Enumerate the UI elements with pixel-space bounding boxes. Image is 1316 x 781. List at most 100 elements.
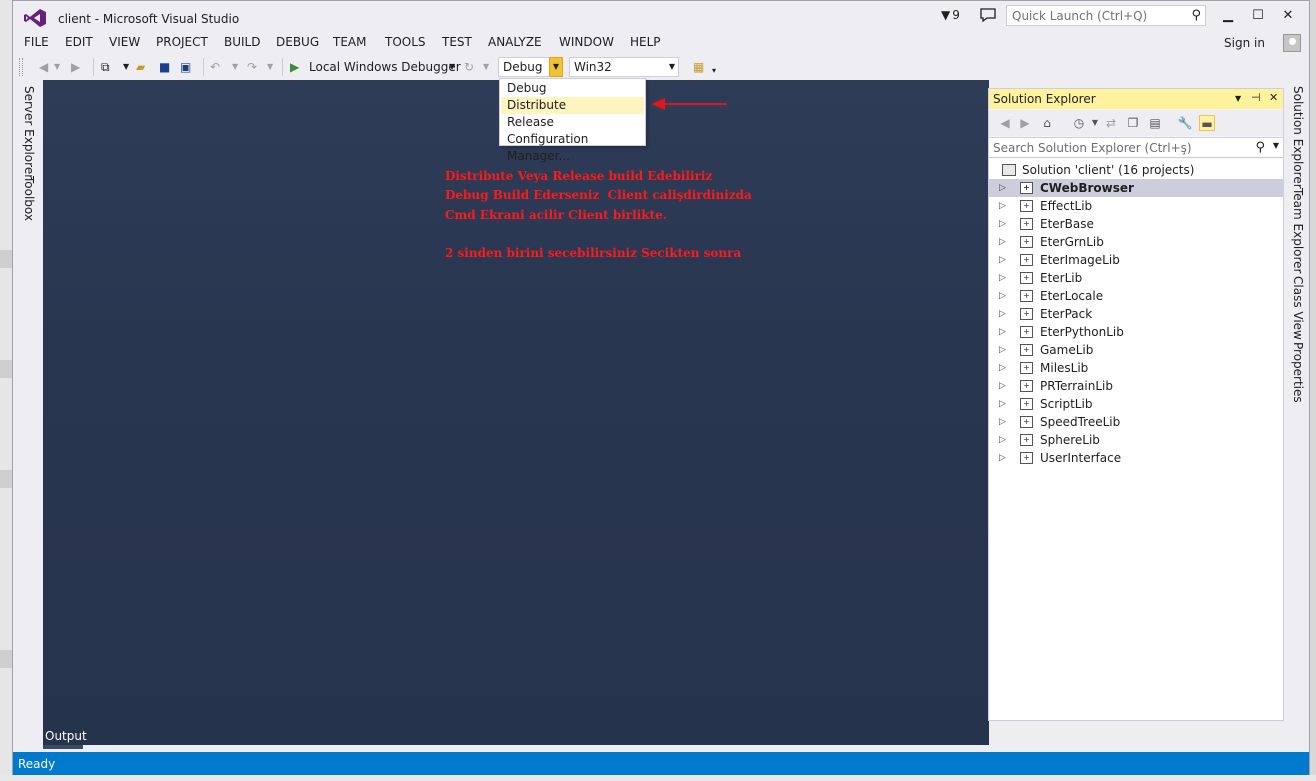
dropdown-option-release[interactable]: Release	[501, 114, 644, 131]
menu-view[interactable]: VIEW	[109, 35, 140, 49]
refresh-icon[interactable]: ↻	[464, 58, 474, 76]
minimize-button[interactable]: ▁	[1213, 5, 1243, 27]
home-icon[interactable]: ⌂	[1039, 115, 1055, 131]
tree-project-node[interactable]: ▷ + EterLib	[989, 269, 1283, 287]
sign-in-link[interactable]: Sign in	[1224, 36, 1265, 50]
solution-explorer-search-input[interactable]: Search Solution Explorer (Ctrl+ş) ⚲ ▼	[989, 137, 1283, 158]
chevron-down-icon[interactable]: ▼	[123, 58, 129, 76]
sync-icon[interactable]: ⇄	[1103, 115, 1119, 131]
toolbar-overflow-icon[interactable]: ▾	[712, 62, 716, 80]
back-icon[interactable]: ◀	[997, 115, 1013, 131]
expand-arrow-icon[interactable]: ▷	[999, 233, 1006, 251]
chevron-down-icon[interactable]: ▼	[449, 58, 455, 76]
expand-arrow-icon[interactable]: ▷	[999, 341, 1006, 359]
menu-window[interactable]: WINDOW	[559, 35, 614, 49]
menu-help[interactable]: HELP	[630, 35, 661, 49]
menu-tools[interactable]: TOOLS	[385, 35, 426, 49]
chevron-down-icon[interactable]: ▼	[232, 58, 238, 76]
menu-build[interactable]: BUILD	[224, 35, 260, 49]
navigate-forward-icon[interactable]: ▶	[71, 58, 80, 76]
tab-server-explorer[interactable]: Server Explorer	[22, 86, 36, 179]
pin-icon[interactable]: ⊣	[1251, 91, 1261, 104]
tree-project-node[interactable]: ▷ + PRTerrainLib	[989, 377, 1283, 395]
menu-test[interactable]: TEST	[442, 35, 472, 49]
expand-arrow-icon[interactable]: ▷	[999, 305, 1006, 323]
chevron-down-icon[interactable]: ▼	[1273, 141, 1279, 150]
expand-arrow-icon[interactable]: ▷	[999, 449, 1006, 467]
redo-icon[interactable]: ↷	[247, 58, 257, 76]
maximize-button[interactable]: ☐	[1243, 5, 1273, 27]
tab-toolbox[interactable]: Toolbox	[22, 176, 36, 221]
tab-properties[interactable]: Properties	[1291, 342, 1305, 403]
expand-arrow-icon[interactable]: ▷	[999, 251, 1006, 269]
forward-icon[interactable]: ▶	[1017, 115, 1033, 131]
properties-icon[interactable]: 🔧	[1177, 115, 1193, 131]
notifications-button[interactable]: ▼ 9	[941, 8, 960, 22]
solution-platform-combo[interactable]: Win32 ▼	[569, 57, 679, 77]
toolbar-grip[interactable]	[19, 58, 23, 76]
tree-project-node[interactable]: ▷ + EterImageLib	[989, 251, 1283, 269]
tab-class-view[interactable]: Class View	[1291, 276, 1305, 340]
undo-icon[interactable]: ↶	[210, 58, 220, 76]
menu-team[interactable]: TEAM	[333, 35, 366, 49]
dropdown-option-configuration-manager[interactable]: Configuration Manager...	[501, 131, 644, 163]
quick-launch-input[interactable]: Quick Launch (Ctrl+Q) ⚲	[1006, 5, 1206, 26]
expand-arrow-icon[interactable]: ▷	[999, 179, 1006, 197]
tree-project-node[interactable]: ▷ + EterPack	[989, 305, 1283, 323]
save-all-icon[interactable]: ▣	[180, 58, 191, 76]
close-icon[interactable]: ✕	[1269, 91, 1278, 104]
expand-arrow-icon[interactable]: ▷	[999, 413, 1006, 431]
expand-arrow-icon[interactable]: ▷	[999, 323, 1006, 341]
dropdown-option-debug[interactable]: Debug	[501, 80, 644, 97]
expand-arrow-icon[interactable]: ▷	[999, 197, 1006, 215]
save-icon[interactable]: ■	[159, 58, 170, 76]
tree-project-node[interactable]: ▷ + ScriptLib	[989, 395, 1283, 413]
menu-edit[interactable]: EDIT	[65, 35, 93, 49]
expand-arrow-icon[interactable]: ▷	[999, 431, 1006, 449]
tree-project-node[interactable]: ▷ + CWebBrowser	[989, 179, 1283, 197]
menu-project[interactable]: PROJECT	[156, 35, 208, 49]
tree-project-node[interactable]: ▷ + EterBase	[989, 215, 1283, 233]
expand-arrow-icon[interactable]: ▷	[999, 377, 1006, 395]
start-debugging-icon[interactable]: ▶	[290, 58, 299, 76]
open-file-icon[interactable]: ▰	[136, 58, 145, 76]
pending-changes-icon[interactable]: ◷	[1071, 115, 1087, 131]
tree-project-node[interactable]: ▷ + EterGrnLib	[989, 233, 1283, 251]
tree-project-node[interactable]: ▷ + SpeedTreeLib	[989, 413, 1283, 431]
expand-arrow-icon[interactable]: ▷	[999, 359, 1006, 377]
menu-analyze[interactable]: ANALYZE	[488, 35, 542, 49]
tree-project-node[interactable]: ▷ + EterPythonLib	[989, 323, 1283, 341]
menu-debug[interactable]: DEBUG	[276, 35, 319, 49]
tree-project-node[interactable]: ▷ + GameLib	[989, 341, 1283, 359]
find-icon[interactable]: ▦	[693, 58, 704, 76]
chevron-down-icon[interactable]: ▼	[549, 57, 563, 77]
tab-team-explorer[interactable]: Team Explorer	[1291, 188, 1305, 274]
tree-project-node[interactable]: ▷ + EterLocale	[989, 287, 1283, 305]
window-position-icon[interactable]: ▼	[1235, 94, 1241, 103]
expand-arrow-icon[interactable]: ▷	[999, 287, 1006, 305]
output-panel-tab[interactable]: Output	[43, 724, 989, 752]
tab-solution-explorer[interactable]: Solution Explorer	[1291, 86, 1305, 189]
chevron-down-icon[interactable]: ▼	[267, 58, 273, 76]
expand-arrow-icon[interactable]: ▷	[999, 395, 1006, 413]
chevron-down-icon[interactable]: ▼	[54, 58, 60, 76]
preview-icon[interactable]: ▬	[1199, 115, 1215, 131]
dropdown-option-distribute[interactable]: Distribute	[501, 97, 644, 114]
tree-project-node[interactable]: ▷ + UserInterface	[989, 449, 1283, 467]
feedback-icon[interactable]	[979, 7, 997, 23]
show-all-files-icon[interactable]: ▤	[1147, 115, 1163, 131]
expand-arrow-icon[interactable]: ▷	[999, 215, 1006, 233]
start-debugger-button[interactable]: Local Windows Debugger	[309, 58, 461, 76]
tree-solution-node[interactable]: Solution 'client' (16 projects)	[989, 161, 1283, 179]
new-project-icon[interactable]: ⧉	[101, 58, 110, 76]
tree-project-node[interactable]: ▷ + SphereLib	[989, 431, 1283, 449]
expand-arrow-icon[interactable]: ▷	[999, 269, 1006, 287]
solution-configuration-combo[interactable]: Debug ▼	[498, 57, 563, 77]
close-button[interactable]: ✕	[1273, 5, 1303, 27]
tree-project-node[interactable]: ▷ + EffectLib	[989, 197, 1283, 215]
navigate-back-icon[interactable]: ◀	[39, 58, 48, 76]
chevron-down-icon[interactable]: ▼	[669, 60, 675, 74]
avatar[interactable]	[1283, 34, 1301, 52]
collapse-all-icon[interactable]: ❐	[1125, 115, 1141, 131]
chevron-down-icon[interactable]: ▼	[1087, 115, 1103, 131]
